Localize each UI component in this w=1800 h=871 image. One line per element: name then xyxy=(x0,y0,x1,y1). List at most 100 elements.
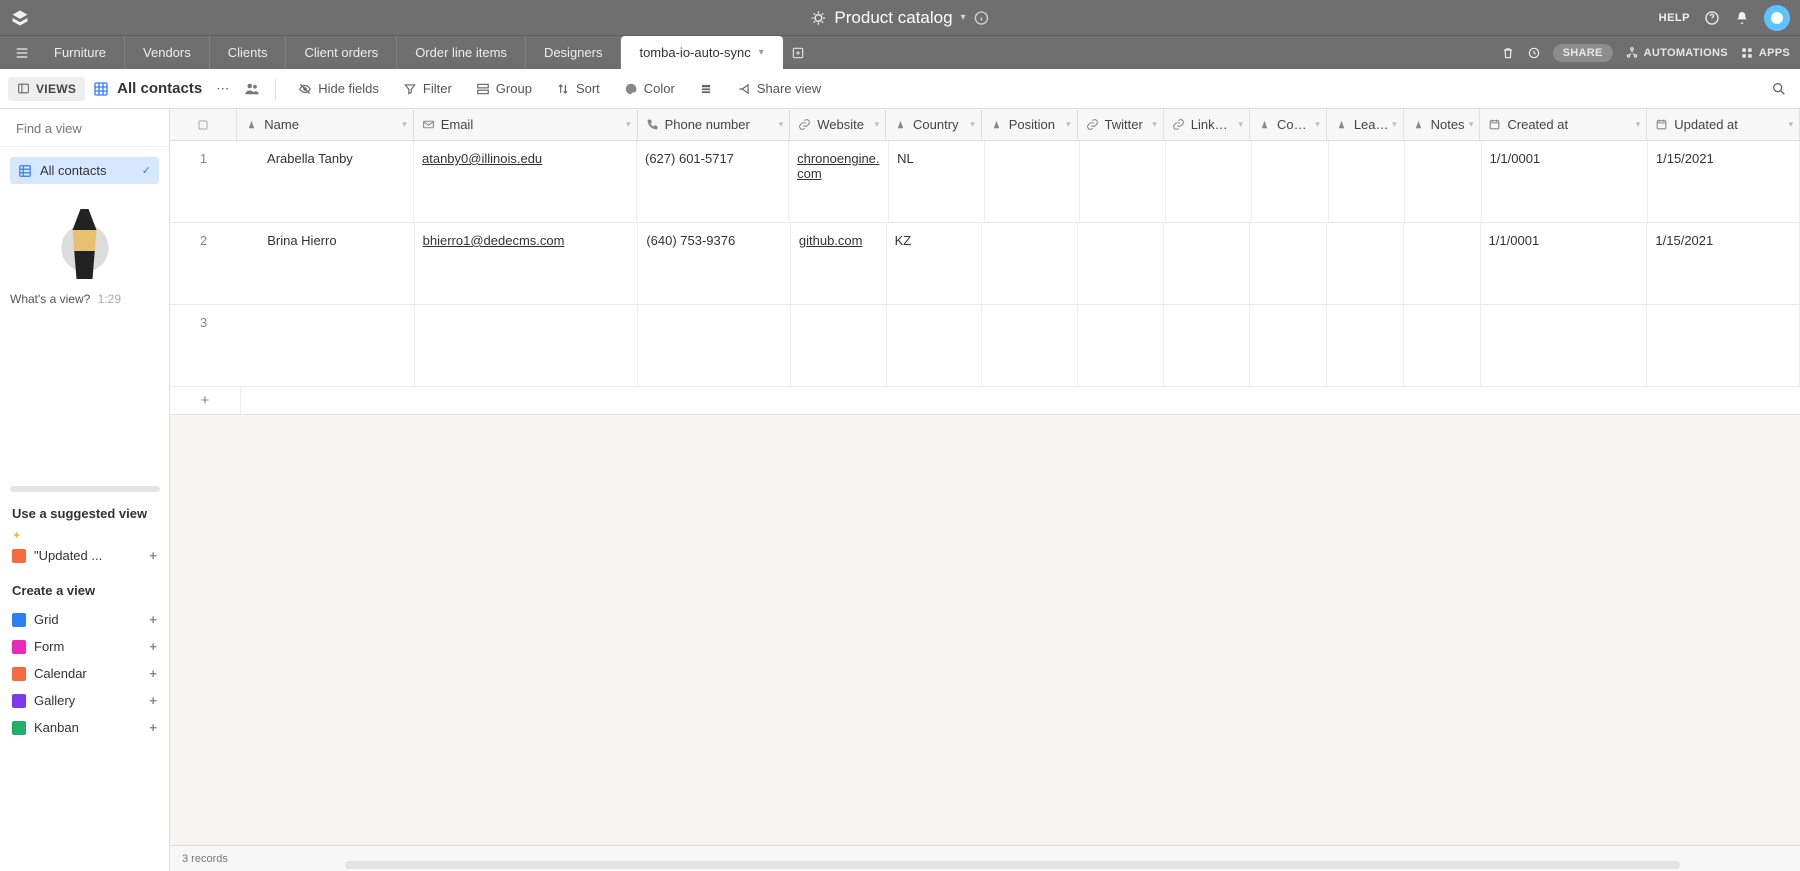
cell-notes[interactable] xyxy=(1405,141,1482,222)
cell-email[interactable]: bhierro1@dedecms.com xyxy=(415,223,639,304)
share-view-button[interactable]: Share view xyxy=(729,76,829,101)
cell-lead[interactable] xyxy=(1329,141,1406,222)
column-header-updated[interactable]: Updated at▾ xyxy=(1647,109,1800,140)
cell-updated[interactable] xyxy=(1647,305,1800,386)
chevron-down-icon[interactable]: ▾ xyxy=(1239,119,1244,130)
row-number[interactable]: 3 xyxy=(170,305,237,386)
info-icon[interactable] xyxy=(974,10,990,26)
column-header-created[interactable]: Created at▾ xyxy=(1480,109,1647,140)
add-row[interactable]: + xyxy=(170,387,1800,415)
view-options-button[interactable]: ⋯ xyxy=(210,81,235,97)
cell-updated[interactable]: 1/15/2021 xyxy=(1647,223,1800,304)
chevron-down-icon[interactable]: ▾ xyxy=(1469,119,1474,130)
add-table-button[interactable] xyxy=(783,36,813,69)
chevron-down-icon[interactable]: ▾ xyxy=(1788,119,1793,130)
cell-notes[interactable] xyxy=(1404,305,1481,386)
cell-country[interactable]: NL xyxy=(889,141,984,222)
sort-button[interactable]: Sort xyxy=(548,76,608,101)
column-header-lead[interactable]: Lea…▾ xyxy=(1327,109,1404,140)
add-icon[interactable]: + xyxy=(149,666,157,681)
table-row[interactable]: 2 Brina Hierro bhierro1@dedecms.com (640… xyxy=(170,223,1800,305)
cell-company[interactable] xyxy=(1250,223,1327,304)
suggested-view-updated[interactable]: "Updated ... + xyxy=(0,542,169,569)
views-toggle-button[interactable]: VIEWS xyxy=(8,77,85,101)
row-height-button[interactable] xyxy=(691,77,721,101)
cell-company[interactable] xyxy=(1250,305,1327,386)
chevron-down-icon[interactable]: ▾ xyxy=(1636,119,1641,130)
chevron-down-icon[interactable]: ▾ xyxy=(1152,119,1157,130)
cell-position[interactable] xyxy=(982,305,1078,386)
table-row[interactable]: 3 xyxy=(170,305,1800,387)
help-button[interactable]: HELP xyxy=(1659,12,1690,24)
filter-button[interactable]: Filter xyxy=(395,76,460,101)
cell-notes[interactable] xyxy=(1404,223,1481,304)
column-header-phone[interactable]: Phone number▾ xyxy=(638,109,791,140)
column-header-position[interactable]: Position▾ xyxy=(982,109,1078,140)
cell-company[interactable] xyxy=(1252,141,1329,222)
cell-position[interactable] xyxy=(985,141,1080,222)
add-icon[interactable]: + xyxy=(149,548,157,563)
collaborators-icon[interactable] xyxy=(243,80,261,98)
column-header-email[interactable]: Email▾ xyxy=(414,109,638,140)
cell-email[interactable]: atanby0@illinois.edu xyxy=(414,141,637,222)
tab-clients[interactable]: Clients xyxy=(210,36,287,69)
cell-twitter[interactable] xyxy=(1078,305,1164,386)
cell-country[interactable] xyxy=(887,305,983,386)
cell-website[interactable]: chronoengine.com xyxy=(789,141,889,222)
add-icon[interactable]: + xyxy=(149,693,157,708)
hide-fields-button[interactable]: Hide fields xyxy=(290,76,387,101)
tab-order-line-items[interactable]: Order line items xyxy=(397,36,526,69)
add-icon[interactable]: + xyxy=(149,720,157,735)
cell-website[interactable]: github.com xyxy=(791,223,887,304)
cell-twitter[interactable] xyxy=(1080,141,1166,222)
create-gallery-view[interactable]: Gallery+ xyxy=(0,687,169,714)
cell-linkedin[interactable] xyxy=(1164,305,1250,386)
cell-phone[interactable] xyxy=(638,305,791,386)
column-header-twitter[interactable]: Twitter▾ xyxy=(1078,109,1164,140)
chevron-down-icon[interactable]: ▾ xyxy=(970,119,975,130)
sidebar-view-all-contacts[interactable]: All contacts ✓ xyxy=(10,157,159,184)
create-kanban-view[interactable]: Kanban+ xyxy=(0,714,169,741)
column-header-notes[interactable]: Notes▾ xyxy=(1404,109,1481,140)
tab-dropdown-icon[interactable]: ▾ xyxy=(759,47,764,58)
chevron-down-icon[interactable]: ▾ xyxy=(1392,119,1397,130)
tab-vendors[interactable]: Vendors xyxy=(125,36,210,69)
cell-created[interactable] xyxy=(1481,305,1648,386)
select-all-header[interactable] xyxy=(170,109,237,140)
cell-name[interactable]: Brina Hierro xyxy=(237,223,414,304)
cell-website[interactable] xyxy=(791,305,887,386)
color-button[interactable]: Color xyxy=(616,76,683,101)
column-header-company[interactable]: Co…▾ xyxy=(1250,109,1327,140)
user-avatar[interactable] xyxy=(1764,5,1790,31)
cell-phone[interactable]: (640) 753-9376 xyxy=(638,223,791,304)
chevron-down-icon[interactable]: ▾ xyxy=(402,119,407,130)
column-header-linkedin[interactable]: Link…▾ xyxy=(1164,109,1250,140)
trash-icon[interactable] xyxy=(1501,46,1515,60)
cell-name[interactable] xyxy=(237,305,414,386)
cell-created[interactable]: 1/1/0001 xyxy=(1481,223,1648,304)
promo-card[interactable]: What's a view? 1:29 xyxy=(10,204,159,306)
search-records-button[interactable] xyxy=(1766,76,1792,102)
row-number[interactable]: 2 xyxy=(170,223,237,304)
cell-twitter[interactable] xyxy=(1078,223,1164,304)
tab-furniture[interactable]: Furniture xyxy=(36,36,125,69)
add-icon[interactable]: + xyxy=(149,639,157,654)
cell-position[interactable] xyxy=(982,223,1078,304)
cell-country[interactable]: KZ xyxy=(887,223,983,304)
apps-button[interactable]: APPS xyxy=(1740,46,1790,60)
tab-tomba-io-auto-sync[interactable]: tomba-io-auto-sync ▾ xyxy=(621,36,782,69)
chevron-down-icon[interactable]: ▾ xyxy=(874,119,879,130)
chevron-down-icon[interactable]: ▾ xyxy=(779,119,784,130)
tab-designers[interactable]: Designers xyxy=(526,36,622,69)
create-calendar-view[interactable]: Calendar+ xyxy=(0,660,169,687)
column-header-name[interactable]: Name▾ xyxy=(237,109,413,140)
cell-lead[interactable] xyxy=(1327,223,1404,304)
column-header-website[interactable]: Website▾ xyxy=(790,109,886,140)
cell-name[interactable]: Arabella Tanby xyxy=(237,141,414,222)
automations-button[interactable]: AUTOMATIONS xyxy=(1625,46,1728,60)
find-view-input[interactable] xyxy=(16,121,192,136)
tables-menu-button[interactable] xyxy=(8,36,36,69)
grid-body[interactable]: 1 Arabella Tanby atanby0@illinois.edu (6… xyxy=(170,141,1800,845)
base-title[interactable]: Product catalog xyxy=(834,8,952,28)
cell-linkedin[interactable] xyxy=(1166,141,1252,222)
